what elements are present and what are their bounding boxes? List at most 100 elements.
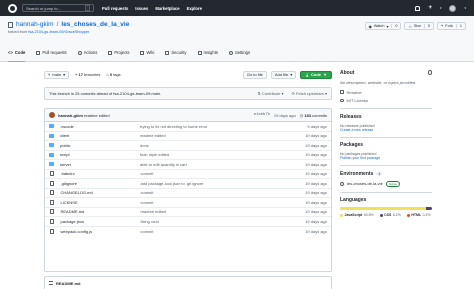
tab-settings[interactable]: Settings — [228, 45, 250, 62]
file-commit-date: 19 days ago — [305, 180, 327, 186]
tab-projects[interactable]: Projects — [108, 45, 129, 62]
fork-button[interactable]: ⑂ Fork 1 — [436, 22, 466, 30]
repo-sidebar: About No description, website, or topics… — [340, 70, 432, 217]
branches-link[interactable]: ⑂ 17 branches — [75, 72, 100, 77]
environment-name[interactable]: les-choses-de-la-vie — [347, 181, 383, 186]
commit-author[interactable]: hannah-gkim — [58, 113, 83, 118]
file-commit-message[interactable]: add package-lock.json to .git ignore — [141, 181, 204, 186]
readme-link[interactable]: Readme — [340, 90, 432, 95]
language-item[interactable]: CSS 6.2% — [379, 213, 401, 217]
file-name-link[interactable]: server — [60, 162, 140, 167]
file-commit-message[interactable]: trying to fix not directing to home erro… — [140, 124, 207, 129]
repo-name-link[interactable]: les_choses_de_la_vie — [61, 21, 129, 28]
file-name-link[interactable]: script — [60, 152, 140, 157]
file-row: package.json fixing crud 19 days ago — [45, 217, 331, 227]
file-row: .gitignore add package-lock.json to .git … — [45, 179, 331, 189]
create-new-plus-icon[interactable]: + — [428, 5, 432, 11]
project-icon — [108, 50, 113, 55]
shield-icon — [165, 50, 170, 55]
code-button-label: Code — [310, 72, 321, 77]
chevron-down-icon[interactable]: ▾ — [464, 6, 466, 10]
user-avatar[interactable] — [449, 4, 457, 12]
file-commit-message[interactable]: readme edited — [140, 133, 166, 138]
environments-heading[interactable]: Environments 1 — [340, 171, 432, 177]
search-input[interactable] — [26, 5, 86, 11]
code-dropdown-button[interactable]: ⤓ Code ▾ — [300, 70, 332, 79]
license-link[interactable]: MIT License — [340, 98, 432, 103]
file-commit-message[interactable]: able to edit quantity in cart — [140, 162, 187, 167]
star-count[interactable]: 0 — [423, 24, 430, 28]
file-name-link[interactable]: .gitignore — [61, 181, 141, 186]
history-link[interactable]: ◷ 183 commits — [300, 113, 327, 118]
file-commit-message[interactable]: feat: style edited — [140, 152, 169, 157]
folder-icon — [49, 133, 54, 138]
commit-sha[interactable]: e1ebb7b — [254, 113, 270, 117]
file-name-link[interactable]: CHANGELOG.md — [61, 190, 141, 195]
tags-link[interactable]: ⌂ 0 tags — [106, 72, 120, 77]
publish-package-link[interactable]: Publish your first package — [340, 156, 432, 160]
environment-item[interactable]: les-choses-de-la-vie Active — [340, 180, 432, 187]
nav-pull-requests[interactable]: Pull requests — [102, 6, 128, 11]
go-to-file-button[interactable]: Go to file — [242, 70, 267, 79]
branch-select-button[interactable]: ⑂ main ▾ — [44, 70, 70, 79]
nav-explore[interactable]: Explore — [187, 6, 202, 11]
code-icon: <> — [8, 49, 13, 55]
tab-code[interactable]: <> Code — [8, 45, 26, 62]
file-name-link[interactable]: public — [60, 143, 140, 148]
fetch-upstream-button[interactable]: ⟳ Fetch upstream ▾ — [292, 91, 327, 96]
list-icon[interactable] — [49, 281, 53, 285]
fork-count[interactable]: 1 — [455, 24, 462, 28]
file-commit-message[interactable]: commit — [141, 171, 154, 176]
pull-request-icon: ⇅ — [257, 91, 261, 96]
tag-count: 0 — [109, 72, 113, 77]
commit-message[interactable]: readme edited — [84, 113, 110, 118]
tab-security[interactable]: Security — [165, 45, 187, 62]
file-commit-message[interactable]: fixing crud — [141, 219, 159, 224]
packages-heading[interactable]: Packages — [340, 142, 432, 148]
tab-pull-requests[interactable]: Pull requests — [36, 45, 67, 62]
watch-button[interactable]: ◉ Watch ▾ 0 — [364, 22, 402, 30]
star-button[interactable]: ☆ Star 0 — [404, 22, 434, 30]
github-logo-icon[interactable] — [8, 3, 17, 13]
file-commit-message[interactable]: commit — [141, 200, 154, 205]
chevron-down-icon[interactable]: ▾ — [440, 6, 442, 10]
tab-actions[interactable]: Actions — [77, 45, 97, 62]
contribute-button[interactable]: ⇅ Contribute ▾ — [258, 91, 284, 96]
file-name-link[interactable]: .vscode — [60, 124, 140, 129]
add-file-button[interactable]: Add file ▾ — [270, 70, 297, 79]
gear-icon[interactable] — [427, 70, 432, 75]
watch-count[interactable]: 0 — [391, 24, 397, 28]
file-commit-date: 19 days ago — [305, 190, 327, 196]
notifications-bell-icon[interactable] — [415, 5, 421, 11]
nav-issues[interactable]: Issues — [135, 6, 148, 11]
chevron-down-icon: ▾ — [323, 72, 326, 77]
releases-heading[interactable]: Releases — [340, 114, 432, 120]
file-commit-message[interactable]: commit — [141, 190, 154, 195]
language-color-dot — [379, 213, 383, 217]
file-commit-message[interactable]: readme edited — [141, 209, 167, 214]
file-name-link[interactable]: client — [60, 133, 140, 138]
slash-shortcut-hint: / — [85, 5, 90, 11]
file-commit-message[interactable]: commit — [141, 229, 154, 234]
file-name-link[interactable]: webpack.config.js — [61, 229, 141, 234]
file-name-link[interactable]: .babelrc — [61, 171, 141, 176]
forked-from-link[interactable]: fsa-2104-gs-team-09/GraceShopper — [28, 30, 89, 34]
divider — [340, 136, 432, 137]
author-avatar[interactable] — [49, 112, 55, 118]
file-icon — [49, 228, 54, 234]
nav-marketplace[interactable]: Marketplace — [155, 6, 179, 11]
tab-wiki[interactable]: Wiki — [140, 45, 154, 62]
file-name-link[interactable]: README.md — [61, 209, 141, 214]
repo-owner-link[interactable]: hannah-gkim — [16, 21, 54, 28]
environments-title: Environments — [340, 170, 374, 177]
tab-insights[interactable]: Insights — [197, 45, 218, 62]
file-name-link[interactable]: LICENSE — [61, 200, 141, 205]
file-commit-message[interactable]: done — [140, 143, 149, 148]
file-name-link[interactable]: package.json — [61, 219, 141, 224]
language-item[interactable]: JavaScript 93.6% — [340, 213, 374, 217]
language-name: CSS — [384, 213, 392, 217]
search-box[interactable]: / — [22, 4, 94, 12]
create-release-link[interactable]: Create a new release — [340, 128, 432, 132]
language-item[interactable]: HTML 0.2% — [406, 213, 431, 217]
tab-security-label: Security — [171, 50, 187, 55]
